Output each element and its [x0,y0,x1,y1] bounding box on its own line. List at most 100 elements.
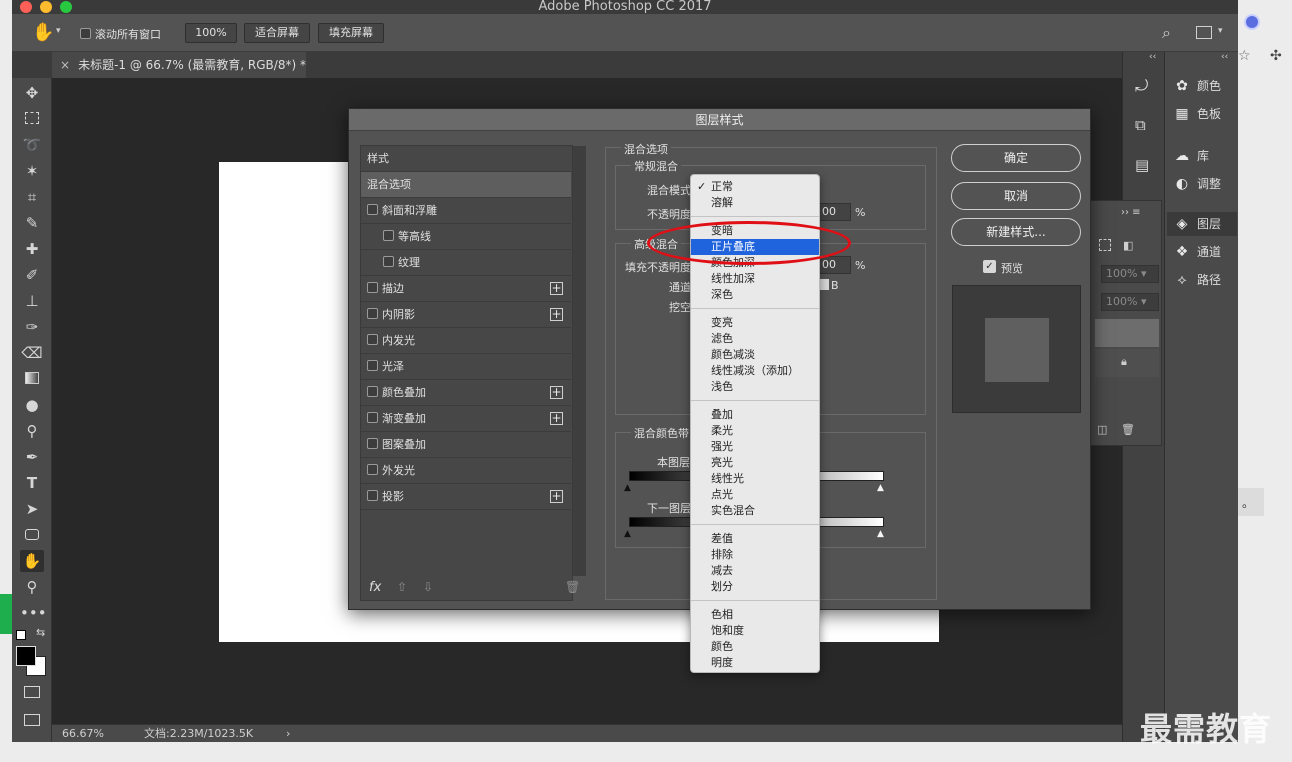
zoom-tool-icon[interactable]: ⚲ [20,576,44,598]
zoom-100-button[interactable]: 100% [185,23,237,43]
add-effect-icon[interactable]: + [550,412,563,425]
style-item-checkbox[interactable] [367,438,378,449]
scroll-all-windows-checkbox[interactable]: 滚动所有窗口 [80,26,161,42]
style-item[interactable]: 外发光 [361,458,571,484]
add-effect-icon[interactable]: + [550,386,563,399]
properties-panel-icon[interactable]: ⧉ [1135,116,1146,134]
style-item[interactable]: 纹理 [361,250,571,276]
style-item-checkbox[interactable] [367,282,378,293]
eraser-tool-icon[interactable]: ⌫ [20,342,44,364]
move-tool-icon[interactable]: ✥ [20,82,44,104]
blend-mode-option[interactable]: 差值 [691,531,819,547]
styles-header[interactable]: 样式 [361,146,571,172]
blend-mode-option[interactable]: 叠加 [691,407,819,423]
layer-row-background[interactable] [1095,349,1159,377]
blur-tool-icon[interactable]: ● [20,394,44,416]
style-item[interactable]: 等高线 [361,224,571,250]
move-up-icon[interactable]: ⇧ [397,580,407,594]
layer-lock-icon[interactable]: ◧ [1123,239,1133,252]
style-item-checkbox[interactable] [367,412,378,423]
move-down-icon[interactable]: ⇩ [423,580,433,594]
quick-mask-icon[interactable] [24,686,40,698]
crop-tool-icon[interactable]: ⌗ [20,186,44,208]
channel-b-checkbox[interactable] [819,279,829,290]
style-item-checkbox[interactable] [367,360,378,371]
fit-screen-button[interactable]: 适合屏幕 [244,23,310,43]
blend-mode-option[interactable]: 色相 [691,607,819,623]
fx-menu-button[interactable]: fx [369,580,381,595]
blend-mode-option[interactable]: 线性加深 [691,271,819,287]
shape-tool-icon[interactable] [20,524,44,546]
dodge-tool-icon[interactable]: ⚲ [20,420,44,442]
style-item[interactable]: 投影 + [361,484,571,510]
screen-mode-icon[interactable] [24,714,40,726]
collapse-dock-icon[interactable]: ‹‹ [1221,52,1228,62]
lasso-tool-icon[interactable]: ➰ [20,134,44,156]
blend-mode-option[interactable]: 颜色 [691,639,819,655]
type-tool-icon[interactable]: T [20,472,44,494]
panel-adjustments[interactable]: ◐ 调整 [1173,172,1239,196]
panel-swatches[interactable]: ▦ 色板 [1173,102,1239,126]
document-tab[interactable]: × 未标题-1 @ 66.7% (最需教育, RGB/8*) * [52,52,306,78]
hand-tool-active-icon[interactable]: ✋ [20,550,44,572]
paragraph-panel-icon[interactable]: ▤ [1135,156,1149,174]
style-item[interactable]: 颜色叠加 + [361,380,571,406]
history-panel-icon[interactable]: ⤾ [1135,76,1148,96]
add-effect-icon[interactable]: + [550,308,563,321]
style-item[interactable]: 图案叠加 [361,432,571,458]
this-layer-black-slider-icon[interactable]: ▲ [624,483,631,493]
quick-selection-tool-icon[interactable]: ✶ [20,160,44,182]
this-layer-white-slider-icon[interactable]: ▲ [877,483,884,493]
underlying-black-slider-icon[interactable]: ▲ [624,529,631,539]
blend-mode-option[interactable]: 点光 [691,487,819,503]
style-item[interactable]: 渐变叠加 + [361,406,571,432]
blend-mode-option[interactable]: 溶解 [691,195,819,211]
puzzle-icon[interactable]: ✣ [1270,48,1282,64]
panel-paths[interactable]: ⟡ 路径 [1173,268,1239,292]
bookmark-star-icon[interactable]: ☆ [1238,48,1251,64]
blend-mode-option[interactable]: 减去 [691,563,819,579]
search-icon[interactable]: ⌕ [1162,23,1171,43]
history-brush-tool-icon[interactable]: ✑ [20,316,44,338]
layer-filter-icon[interactable] [1099,239,1111,251]
delete-layer-icon[interactable]: 🗑︎ [1121,423,1135,436]
workspace-chevron-icon[interactable]: ▾ [1218,26,1223,36]
status-zoom[interactable]: 66.67% [62,725,104,742]
new-style-button[interactable]: 新建样式... [951,218,1081,246]
close-tab-icon[interactable]: × [60,58,70,72]
opacity-input[interactable]: 00 [819,203,851,221]
style-item[interactable]: 内发光 [361,328,571,354]
preview-checkbox[interactable]: ✓ [983,260,996,273]
healing-brush-tool-icon[interactable]: ✚ [20,238,44,260]
path-selection-tool-icon[interactable]: ➤ [20,498,44,520]
layer-row-selected[interactable] [1095,319,1159,347]
cancel-button[interactable]: 取消 [951,182,1081,210]
foreground-color-swatch[interactable] [16,646,36,666]
panel-libraries[interactable]: ☁ 库 [1173,144,1239,168]
more-tools-icon[interactable]: ••• [20,602,47,624]
pen-tool-icon[interactable]: ✒ [20,446,44,468]
blend-mode-option[interactable]: 划分 [691,579,819,595]
blend-mode-option[interactable]: 颜色减淡 [691,347,819,363]
blend-mode-option[interactable]: 深色 [691,287,819,303]
add-effect-icon[interactable]: + [550,490,563,503]
panel-channels[interactable]: ❖ 通道 [1173,240,1239,264]
style-item[interactable]: 内阴影 + [361,302,571,328]
style-item-checkbox[interactable] [367,490,378,501]
delete-effect-icon[interactable]: 🗑︎ [565,580,580,594]
hand-tool-icon[interactable]: ✋ [32,22,54,43]
style-item-checkbox[interactable] [383,256,394,267]
fill-screen-button[interactable]: 填充屏幕 [318,23,384,43]
close-window-icon[interactable] [20,1,32,13]
collapse-strip-icon[interactable]: ‹‹ [1149,52,1156,62]
style-item[interactable]: 斜面和浮雕 [361,198,571,224]
fill-field[interactable]: 100% ▾ [1101,293,1159,311]
zoom-window-icon[interactable] [60,1,72,13]
style-item[interactable]: 混合选项 [361,172,571,198]
style-list-scrollbar[interactable] [573,146,586,576]
style-item[interactable]: 描边 + [361,276,571,302]
style-item-checkbox[interactable] [367,386,378,397]
status-menu-chevron-icon[interactable]: › [286,725,290,742]
style-item-checkbox[interactable] [367,308,378,319]
default-colors-icon[interactable] [16,630,26,640]
